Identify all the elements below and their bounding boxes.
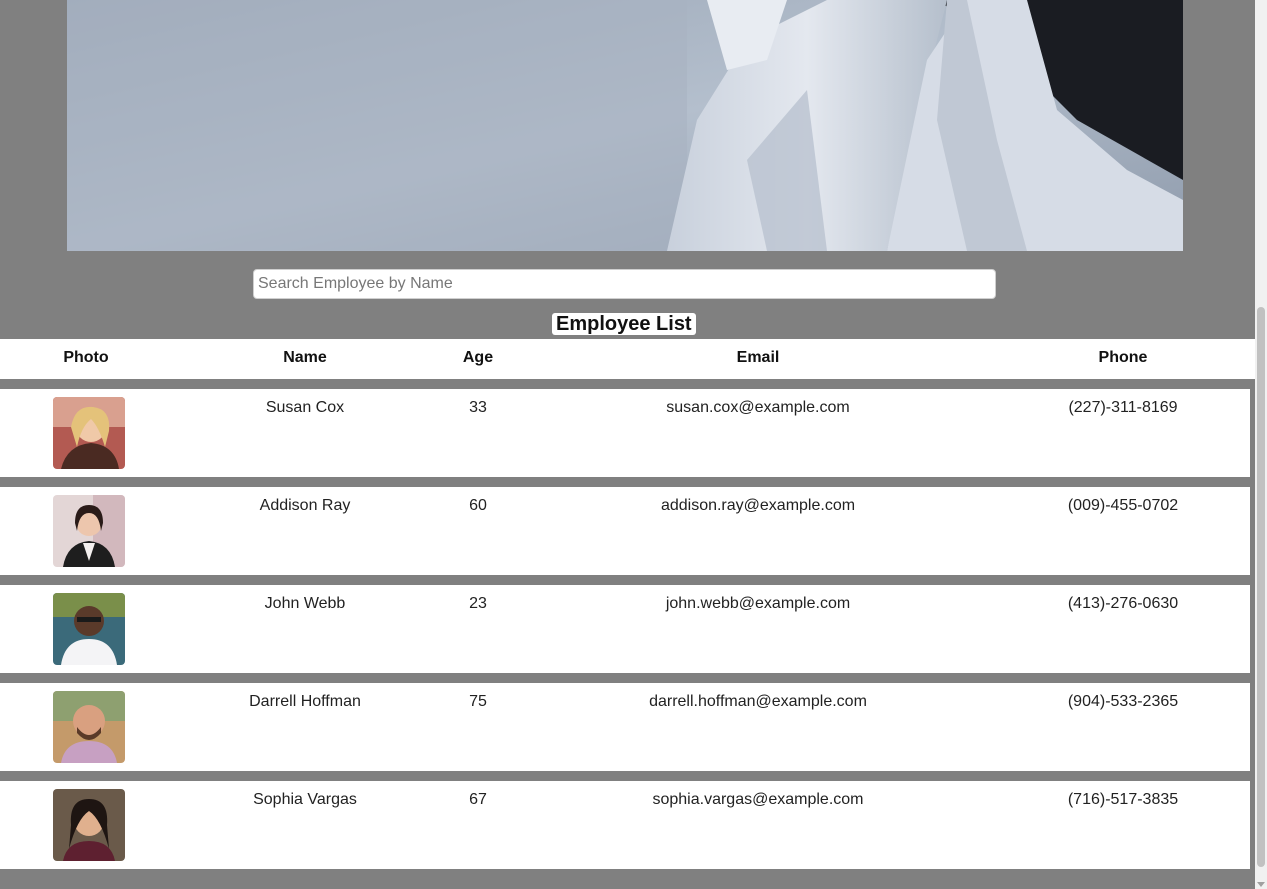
employee-phone: (009)-455-0702 <box>1067 497 1179 514</box>
table-row: Addison Ray 60 addison.ray@example.com (… <box>0 487 1250 575</box>
page: Employee List Photo Name Age Email Phone… <box>0 0 1267 889</box>
employee-age: 67 <box>469 791 487 808</box>
portrait-photo-icon <box>53 789 125 861</box>
employee-list-title: Employee List <box>552 313 696 335</box>
employee-name: John Webb <box>264 595 346 612</box>
employee-name: Addison Ray <box>259 497 351 514</box>
employee-email: addison.ray@example.com <box>660 497 856 514</box>
table-row: John Webb 23 john.webb@example.com (413)… <box>0 585 1250 673</box>
employee-photo <box>53 495 125 567</box>
portrait-photo-icon <box>53 495 125 567</box>
employee-phone: (413)-276-0630 <box>1067 595 1179 612</box>
employee-email: john.webb@example.com <box>665 595 851 612</box>
column-header-phone[interactable]: Phone <box>998 339 1248 379</box>
column-header-name[interactable]: Name <box>172 339 438 379</box>
table-row: Sophia Vargas 67 sophia.vargas@example.c… <box>0 781 1250 869</box>
employee-name: Darrell Hoffman <box>249 693 361 710</box>
employee-name: Sophia Vargas <box>253 791 357 808</box>
column-header-photo[interactable]: Photo <box>0 339 172 379</box>
employee-photo <box>53 789 125 861</box>
portrait-photo-icon <box>53 397 125 469</box>
employee-phone: (227)-311-8169 <box>1068 399 1178 416</box>
scroll-down-arrow-icon[interactable] <box>1257 882 1265 887</box>
search-input[interactable] <box>253 269 996 299</box>
column-header-email[interactable]: Email <box>518 339 998 379</box>
hero-banner-image <box>67 0 1183 251</box>
employee-age: 75 <box>469 693 487 710</box>
search-container <box>253 269 996 299</box>
vertical-scrollbar[interactable] <box>1255 0 1267 889</box>
table-header-row: Photo Name Age Email Phone <box>0 339 1255 379</box>
employee-photo <box>53 691 125 763</box>
table-row: Susan Cox 33 susan.cox@example.com (227)… <box>0 389 1250 477</box>
column-header-age[interactable]: Age <box>438 339 518 379</box>
employee-phone: (904)-533-2365 <box>1067 693 1179 710</box>
employee-email: sophia.vargas@example.com <box>652 791 864 808</box>
employee-age: 33 <box>469 399 487 416</box>
employee-photo <box>53 397 125 469</box>
scrollbar-thumb[interactable] <box>1257 307 1265 867</box>
employee-email: susan.cox@example.com <box>666 399 850 416</box>
employee-name: Susan Cox <box>265 399 345 416</box>
hero-image-graphic <box>67 0 1183 251</box>
portrait-photo-icon <box>53 593 125 665</box>
portrait-photo-icon <box>53 691 125 763</box>
table-row: Darrell Hoffman 75 darrell.hoffman@examp… <box>0 683 1250 771</box>
employee-photo <box>53 593 125 665</box>
employee-age: 60 <box>469 497 487 514</box>
employee-email: darrell.hoffman@example.com <box>649 693 867 710</box>
employee-age: 23 <box>469 595 487 612</box>
employee-phone: (716)-517-3835 <box>1067 791 1179 808</box>
